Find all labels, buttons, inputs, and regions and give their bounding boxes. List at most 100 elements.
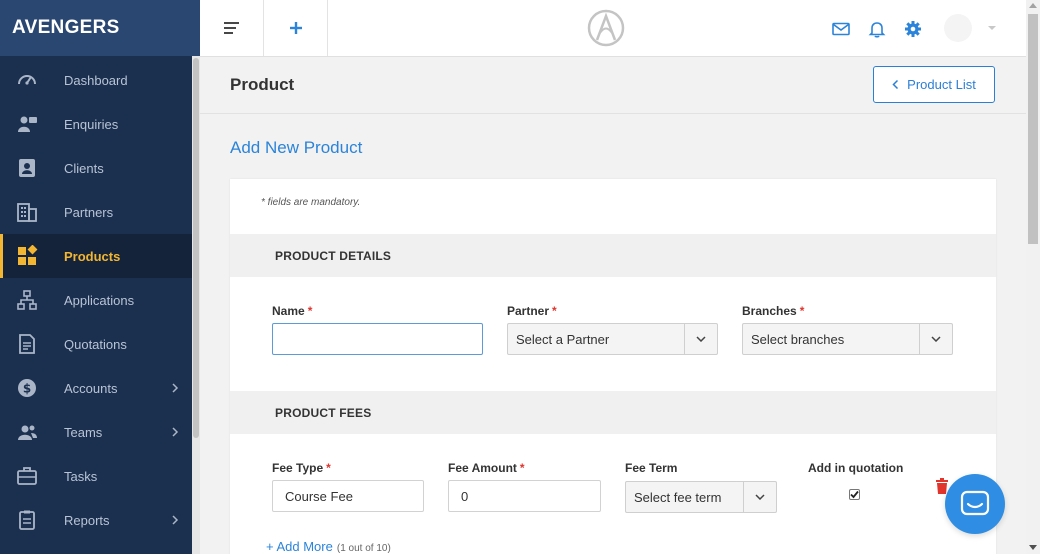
scroll-up-arrow-icon[interactable] bbox=[1029, 3, 1037, 8]
sidebar-item-dashboard[interactable]: Dashboard bbox=[0, 58, 192, 102]
chat-icon bbox=[960, 490, 990, 516]
name-label-text: Name bbox=[272, 304, 305, 318]
chevron-right-icon bbox=[172, 383, 179, 393]
partner-select[interactable]: Select a Partner bbox=[507, 323, 718, 355]
sidebar-nav: Dashboard Enquiries Clients Partners Pro… bbox=[0, 58, 192, 542]
sidebar-item-quotations[interactable]: Quotations bbox=[0, 322, 192, 366]
menu-toggle-button[interactable] bbox=[200, 0, 264, 56]
add-more-count: (1 out of 10) bbox=[336, 543, 391, 554]
fee-amount-label: Fee Amount * bbox=[448, 461, 525, 475]
clipboard-icon bbox=[19, 510, 35, 530]
branches-select[interactable]: Select branches bbox=[742, 323, 953, 355]
partner-select-value: Select a Partner bbox=[516, 331, 610, 347]
sidebar: AVENGERS Dashboard Enquiries Clients Par… bbox=[0, 0, 200, 554]
plus-icon bbox=[289, 22, 302, 34]
fee-amount-input[interactable]: 0 bbox=[448, 480, 601, 512]
gear-icon[interactable] bbox=[904, 20, 922, 38]
sidebar-item-partners[interactable]: Partners bbox=[0, 190, 192, 234]
partner-label: Partner * bbox=[507, 304, 557, 318]
add-more-button[interactable]: + Add More (1 out of 10) bbox=[266, 539, 391, 554]
sidebar-item-products[interactable]: Products bbox=[0, 234, 192, 278]
caret-down-icon[interactable] bbox=[987, 24, 997, 32]
product-list-label: Product List bbox=[907, 77, 976, 92]
sidebar-item-label: Tasks bbox=[64, 468, 98, 484]
fee-term-select[interactable]: Select fee term bbox=[625, 481, 777, 513]
add-in-quotation-label: Add in quotation bbox=[808, 461, 904, 475]
mail-icon[interactable] bbox=[832, 20, 850, 38]
dollar-circle-icon: $ bbox=[18, 379, 36, 397]
chevron-down-icon bbox=[696, 336, 706, 342]
checkmark-icon bbox=[850, 490, 859, 499]
chevron-down-icon bbox=[931, 336, 941, 342]
sidebar-item-enquiries[interactable]: Enquiries bbox=[0, 102, 192, 146]
chevron-down-icon bbox=[755, 494, 765, 500]
quick-add-button[interactable] bbox=[264, 0, 328, 56]
fee-amount-label-text: Fee Amount bbox=[448, 461, 517, 475]
sidebar-item-teams[interactable]: Teams bbox=[0, 410, 192, 454]
product-fees-heading: PRODUCT FEES bbox=[230, 391, 996, 434]
name-input[interactable] bbox=[272, 323, 483, 355]
company-logo-icon[interactable] bbox=[587, 9, 625, 47]
partner-select-toggle[interactable] bbox=[684, 324, 717, 354]
top-bar bbox=[200, 0, 1026, 57]
sidebar-item-label: Applications bbox=[64, 292, 135, 308]
page-title: Product bbox=[230, 75, 295, 94]
required-marker: * bbox=[307, 304, 313, 318]
avatar[interactable] bbox=[944, 14, 972, 42]
document-icon bbox=[19, 334, 35, 354]
sidebar-item-label: Enquiries bbox=[64, 116, 119, 132]
team-icon bbox=[18, 425, 37, 440]
svg-text:$: $ bbox=[23, 382, 31, 396]
add-more-label: + Add More bbox=[266, 539, 333, 554]
briefcase-icon bbox=[17, 467, 37, 485]
sidebar-item-clients[interactable]: Clients bbox=[0, 146, 192, 190]
sidebar-item-reports[interactable]: Reports bbox=[0, 498, 192, 542]
sidebar-item-label: Partners bbox=[64, 204, 114, 220]
products-grid-icon bbox=[18, 245, 38, 265]
add-in-quotation-checkbox[interactable] bbox=[849, 489, 860, 500]
sidebar-item-label: Reports bbox=[64, 512, 110, 528]
section-title: Add New Product bbox=[230, 138, 363, 157]
sidebar-item-label: Teams bbox=[64, 424, 103, 440]
required-marker: * bbox=[552, 304, 557, 318]
brand-logo[interactable]: AVENGERS bbox=[0, 0, 200, 56]
menu-icon bbox=[223, 22, 239, 34]
branches-select-toggle[interactable] bbox=[919, 324, 952, 354]
sitemap-icon bbox=[17, 290, 37, 310]
bell-icon[interactable] bbox=[868, 20, 886, 38]
chevron-right-icon bbox=[172, 427, 179, 437]
scroll-down-arrow-icon[interactable] bbox=[1029, 545, 1037, 550]
fee-term-label: Fee Term bbox=[625, 461, 678, 475]
fee-term-select-value: Select fee term bbox=[634, 489, 722, 505]
sidebar-item-label: Accounts bbox=[64, 380, 118, 396]
chat-launcher-button[interactable] bbox=[945, 474, 1005, 534]
fee-type-label: Fee Type * bbox=[272, 461, 331, 475]
sidebar-item-tasks[interactable]: Tasks bbox=[0, 454, 192, 498]
branches-label-text: Branches bbox=[742, 304, 797, 318]
sidebar-item-label: Dashboard bbox=[64, 72, 128, 88]
sidebar-item-applications[interactable]: Applications bbox=[0, 278, 192, 322]
gauge-icon bbox=[18, 75, 36, 85]
branches-select-value: Select branches bbox=[751, 331, 845, 347]
chevron-left-icon bbox=[892, 79, 899, 90]
fee-type-input[interactable]: Course Fee bbox=[272, 480, 424, 512]
product-form-card: * fields are mandatory. PRODUCT DETAILS … bbox=[230, 179, 996, 554]
mandatory-note: * fields are mandatory. bbox=[261, 197, 361, 208]
building-icon bbox=[17, 203, 37, 222]
branches-label: Branches * bbox=[742, 304, 804, 318]
required-marker: * bbox=[519, 461, 525, 475]
page-scrollbar-thumb[interactable] bbox=[1028, 14, 1038, 244]
sidebar-scrollbar-thumb[interactable] bbox=[193, 58, 199, 438]
sidebar-item-accounts[interactable]: $ Accounts bbox=[0, 366, 192, 410]
sidebar-item-label: Quotations bbox=[64, 336, 127, 352]
required-marker: * bbox=[326, 461, 331, 475]
chevron-right-icon bbox=[172, 515, 179, 525]
required-marker: * bbox=[799, 304, 805, 318]
fee-term-select-toggle[interactable] bbox=[743, 482, 776, 512]
product-list-button[interactable]: Product List bbox=[873, 66, 995, 103]
partner-label-text: Partner bbox=[507, 304, 550, 318]
fee-type-label-text: Fee Type bbox=[272, 461, 324, 475]
sidebar-item-label: Clients bbox=[64, 160, 104, 176]
enquiries-icon bbox=[18, 116, 37, 132]
sidebar-item-label: Products bbox=[64, 248, 121, 264]
